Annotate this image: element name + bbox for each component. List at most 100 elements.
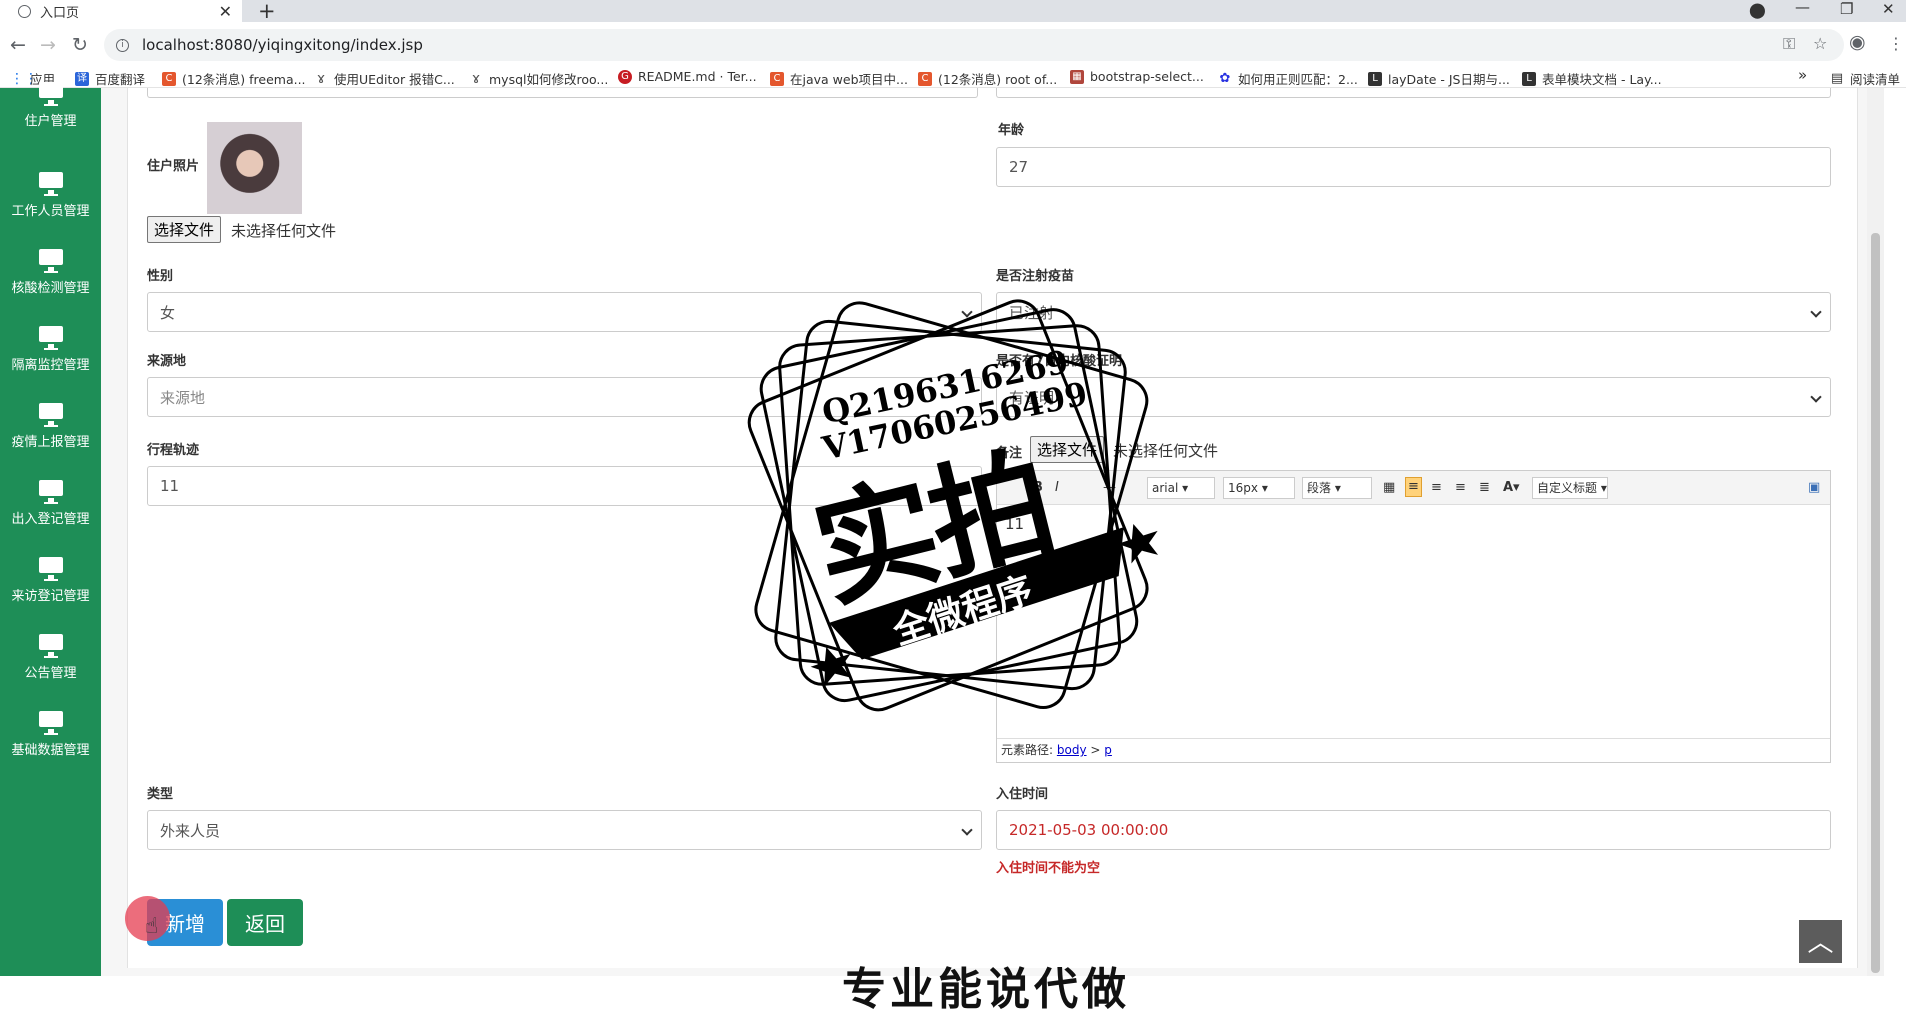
reading-list-label: 阅读清单 <box>1850 72 1901 87</box>
csdn-icon: C <box>770 71 784 86</box>
bookmark-label: 使用UEditor 报错C... <box>334 72 455 87</box>
align-right-icon[interactable]: ≡ <box>1455 480 1466 495</box>
new-tab-icon[interactable]: + <box>258 0 276 23</box>
element-path-prefix: 元素路径: <box>1001 743 1054 757</box>
bookmark-star-icon[interactable]: ☆ <box>1813 34 1827 53</box>
close-window-icon[interactable]: ✕ <box>1882 0 1895 18</box>
reading-list[interactable]: ▤ 阅读清单 <box>1830 69 1900 88</box>
bookmark-item[interactable]: C (12条消息) root of... <box>918 69 1057 88</box>
bookmark-site-icon: ɤ <box>471 70 481 87</box>
bookmark-item[interactable]: ɤ mysql如何修改roo... <box>469 69 609 88</box>
tab-title: 入口页 <box>40 5 80 21</box>
sidebar-item-basic-data[interactable]: 基础数据管理 <box>0 711 101 783</box>
gender-label: 性别 <box>147 269 174 284</box>
align-center-icon[interactable]: ≡ <box>1431 480 1442 495</box>
checkin-error: 入住时间不能为空 <box>996 861 1101 876</box>
align-left-icon[interactable]: ≡ <box>1405 477 1422 497</box>
input-partial-top-right <box>996 88 1831 98</box>
back-button[interactable]: 返回 <box>227 899 303 946</box>
watermark-stamp: Q2196316269 V17060256499 实拍 全微程序 <box>720 280 1180 740</box>
bookmark-label: (12条消息) freema... <box>182 72 306 87</box>
align-justify-icon[interactable]: ≣ <box>1479 480 1490 495</box>
bookmark-label: 如何用正则匹配：2... <box>1238 72 1358 87</box>
paragraph-select[interactable]: 段落 ▾ <box>1302 477 1372 499</box>
paragraph-value: 段落 <box>1307 481 1332 495</box>
site-info-icon[interactable]: i <box>116 38 129 52</box>
origin-label: 来源地 <box>147 354 187 369</box>
profile-avatar-icon[interactable]: ◉ <box>1849 31 1866 53</box>
sidebar-item-entry-exit[interactable]: 出入登记管理 <box>0 480 101 552</box>
font-color-icon[interactable]: A▾ <box>1503 480 1520 495</box>
font-size-select[interactable]: 16px ▾ <box>1223 477 1295 499</box>
custom-title-select[interactable]: 自定义标题 ▾ <box>1532 477 1608 499</box>
close-tab-icon[interactable]: ✕ <box>219 2 232 21</box>
sidebar-item-label: 核酸检测管理 <box>11 281 90 296</box>
sidebar-item-notices[interactable]: 公告管理 <box>0 634 101 706</box>
path-p-link[interactable]: p <box>1104 743 1112 757</box>
bookmarks-bar: ⋮⋮ 应用 译 百度翻译 C (12条消息) freema... ɤ 使用UEd… <box>0 66 1906 88</box>
monitor-icon <box>38 557 63 581</box>
url-field[interactable]: i localhost:8080/yiqingxitong/index.jsp <box>104 29 1844 61</box>
profile-dropdown-icon[interactable]: ⬤ <box>1749 1 1766 19</box>
layui-icon: L <box>1522 71 1536 86</box>
path-body-link[interactable]: body <box>1057 743 1087 757</box>
choose-file-button[interactable]: 选择文件 <box>147 216 222 243</box>
key-icon[interactable]: ⚿ <box>1783 34 1795 54</box>
bookmark-label: README.md · Ter... <box>638 69 757 84</box>
gender-value: 女 <box>160 303 176 322</box>
csdn-icon: C <box>162 71 176 86</box>
photo-label: 住户照片 <box>147 159 200 174</box>
sidebar-item-visitors[interactable]: 来访登记管理 <box>0 557 101 629</box>
back-icon[interactable]: ← <box>10 34 26 56</box>
page-scrollbar[interactable] <box>1867 88 1884 976</box>
age-input[interactable]: 27 <box>996 147 1831 187</box>
sidebar-item-label: 基础数据管理 <box>11 743 90 758</box>
sidebar-item-label: 公告管理 <box>24 666 77 681</box>
scrollbar-thumb[interactable] <box>1871 233 1880 973</box>
sidebar-item-staff[interactable]: 工作人员管理 <box>0 172 101 244</box>
chevron-up-icon: ︿ <box>1807 928 1834 958</box>
monitor-icon <box>38 711 63 735</box>
sidebar-item-quarantine[interactable]: 隔离监控管理 <box>0 326 101 398</box>
sidebar-item-label: 隔离监控管理 <box>11 358 90 373</box>
bookmark-label: bootstrap-select... <box>1090 69 1204 84</box>
more-bookmarks-icon[interactable]: » <box>1798 66 1807 84</box>
reload-icon[interactable]: ↻ <box>72 34 88 56</box>
layui-icon: L <box>1368 71 1382 86</box>
menu-icon[interactable]: ⋮ <box>1888 34 1904 53</box>
baidu-icon: ✿ <box>1219 70 1231 86</box>
bookmark-item[interactable]: ɤ 使用UEditor 报错C... <box>314 69 455 88</box>
sidebar-item-residents[interactable]: 住户管理 <box>0 82 101 154</box>
type-value: 外来人员 <box>160 821 221 840</box>
bookmark-item[interactable]: L 表单模块文档 - Lay... <box>1522 69 1662 88</box>
minimize-icon[interactable]: — <box>1795 0 1810 16</box>
browser-tab[interactable]: 入口页 ✕ <box>0 0 242 22</box>
checkin-label: 入住时间 <box>996 787 1049 802</box>
track-label: 行程轨迹 <box>147 443 200 458</box>
monitor-icon <box>38 249 63 273</box>
bookmark-site-icon: ɤ <box>316 70 326 87</box>
gitee-icon: G <box>618 69 632 84</box>
bookmark-item[interactable]: C (12条消息) freema... <box>162 69 306 88</box>
type-select[interactable]: 外来人员 <box>147 810 982 850</box>
sidebar-item-nucleic-test[interactable]: 核酸检测管理 <box>0 249 101 321</box>
input-partial-top-left <box>147 88 978 98</box>
hand-cursor-icon: ☝ <box>145 914 159 939</box>
bookmark-item[interactable]: ✿ 如何用正则匹配：2... <box>1218 69 1358 88</box>
checkin-input[interactable]: 2021-05-03 00:00:00 <box>996 810 1831 850</box>
sidebar-item-label: 出入登记管理 <box>11 512 90 527</box>
forward-icon[interactable]: → <box>40 34 56 56</box>
restore-icon[interactable]: ❐ <box>1840 0 1853 18</box>
bookmark-item[interactable]: C 在java web项目中... <box>770 69 908 88</box>
table-icon[interactable]: ▦ <box>1383 480 1395 495</box>
scroll-to-top-button[interactable]: ︿ <box>1799 920 1842 963</box>
monitor-icon <box>38 172 63 196</box>
fullscreen-icon[interactable]: ▣ <box>1808 480 1820 495</box>
bookmark-label: layDate - JS日期与... <box>1388 72 1510 87</box>
browser-tabstrip: 入口页 ✕ + ⬤ — ❐ ✕ <box>0 0 1906 23</box>
sidebar-item-label: 工作人员管理 <box>11 204 90 219</box>
bookmark-item[interactable]: ▦ bootstrap-select... <box>1070 69 1204 84</box>
bookmark-item[interactable]: G README.md · Ter... <box>618 69 757 84</box>
sidebar-item-epidemic-report[interactable]: 疫情上报管理 <box>0 403 101 475</box>
bookmark-item[interactable]: L layDate - JS日期与... <box>1368 69 1510 88</box>
